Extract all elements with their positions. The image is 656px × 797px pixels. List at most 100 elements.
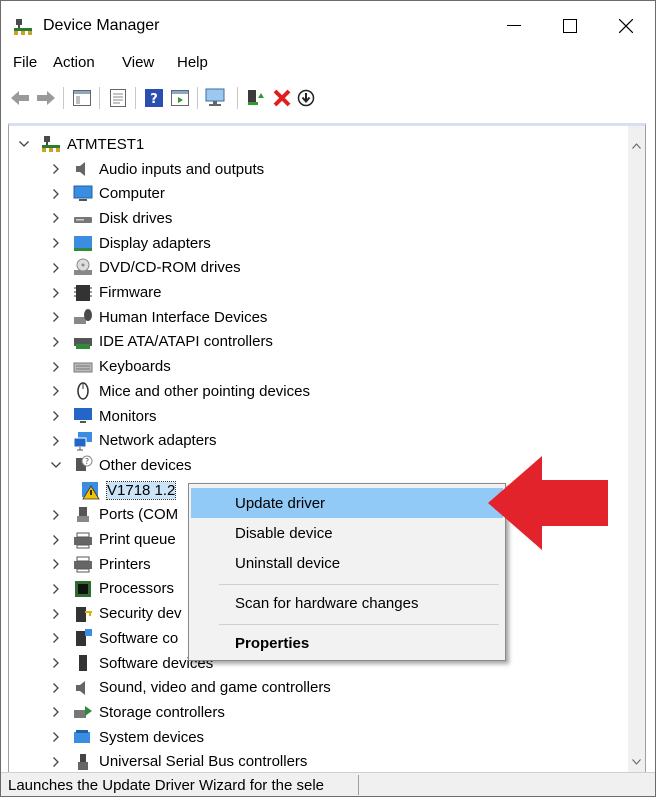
chevron-right-icon[interactable]	[49, 286, 63, 300]
tree-category-item[interactable]: ? Other devices	[49, 453, 192, 477]
close-button[interactable]	[603, 9, 649, 43]
uninstall-icon[interactable]	[271, 87, 293, 109]
tree-category-item[interactable]: Disk drives	[49, 206, 172, 230]
menu-action[interactable]: Action	[53, 54, 95, 71]
menu-file[interactable]: File	[13, 54, 37, 71]
tree-category-item[interactable]: Firmware	[49, 281, 162, 305]
forward-arrow-icon[interactable]	[35, 87, 57, 109]
menu-view[interactable]: View	[122, 54, 154, 71]
toolbar-divider	[197, 87, 198, 109]
tree-device-item[interactable]: V1718 1.2	[81, 478, 177, 502]
keyboard-icon	[73, 357, 93, 377]
tree-category-item[interactable]: Security dev	[49, 602, 182, 626]
chevron-right-icon[interactable]	[49, 705, 63, 719]
tree-root[interactable]: ATMTEST1	[17, 132, 144, 156]
context-scan-hardware[interactable]: Scan for hardware changes	[191, 588, 503, 618]
security-device-icon	[73, 604, 93, 624]
enable-device-icon[interactable]	[295, 87, 317, 109]
tree-category-item[interactable]: Network adapters	[49, 429, 217, 453]
tree-category-item[interactable]: Computer	[49, 182, 165, 206]
tree-category-item[interactable]: Audio inputs and outputs	[49, 157, 264, 181]
context-uninstall-device[interactable]: Uninstall device	[191, 548, 503, 578]
tree-item-label: Ports (COM	[99, 506, 179, 524]
chevron-right-icon[interactable]	[49, 557, 63, 571]
update-driver-icon[interactable]	[245, 87, 267, 109]
chevron-right-icon[interactable]	[49, 730, 63, 744]
tree-item-label: Print queue	[99, 531, 176, 548]
chevron-right-icon[interactable]	[49, 656, 63, 670]
tree-category-item[interactable]: Human Interface Devices	[49, 305, 267, 329]
title-bar[interactable]: Device Manager	[1, 1, 655, 51]
tree-item-label: System devices	[99, 728, 205, 746]
maximize-button[interactable]	[547, 9, 593, 43]
tree-item-label: Disk drives	[99, 209, 173, 227]
warning-device-icon	[81, 480, 101, 500]
scroll-down-icon[interactable]	[632, 752, 641, 769]
scan-hardware-icon[interactable]	[205, 87, 227, 109]
context-disable-device[interactable]: Disable device	[191, 518, 503, 548]
processor-icon	[73, 579, 93, 599]
tree-category-item[interactable]: Printers	[49, 552, 151, 576]
chevron-right-icon[interactable]	[49, 434, 63, 448]
tree-category-item[interactable]: Mice and other pointing devices	[49, 379, 310, 403]
tree-category-item[interactable]: Software co	[49, 626, 178, 650]
svg-text:?: ?	[85, 457, 89, 466]
tree-category-item[interactable]: Storage controllers	[49, 700, 225, 724]
tree-category-item[interactable]: Monitors	[49, 404, 157, 428]
action-pane-icon[interactable]	[169, 87, 191, 109]
chevron-right-icon[interactable]	[49, 360, 63, 374]
chevron-right-icon[interactable]	[49, 409, 63, 423]
menu-help[interactable]: Help	[177, 54, 208, 71]
tree-category-item[interactable]: DVD/CD-ROM drives	[49, 256, 241, 280]
toolbar-divider	[237, 87, 238, 109]
context-properties[interactable]: Properties	[191, 628, 503, 658]
device-tree[interactable]: ATMTEST1 Audio inputs and outputs Compute…	[8, 123, 646, 775]
chevron-right-icon[interactable]	[49, 162, 63, 176]
tree-category-item[interactable]: Print queue	[49, 528, 176, 552]
chevron-right-icon[interactable]	[49, 681, 63, 695]
mouse-icon	[73, 381, 93, 401]
chevron-right-icon[interactable]	[49, 582, 63, 596]
show-hide-console-tree-icon[interactable]	[71, 87, 93, 109]
tree-item-label: Network adapters	[99, 432, 217, 450]
tree-category-item[interactable]: Keyboards	[49, 355, 171, 379]
minimize-button[interactable]	[491, 9, 537, 43]
chevron-right-icon[interactable]	[49, 335, 63, 349]
vertical-scrollbar[interactable]	[628, 126, 645, 774]
chevron-right-icon[interactable]	[49, 211, 63, 225]
chevron-right-icon[interactable]	[49, 384, 63, 398]
chevron-right-icon[interactable]	[49, 236, 63, 250]
device-manager-window: Device Manager File Action View Help ? A…	[0, 0, 656, 797]
context-update-driver[interactable]: Update driver	[191, 488, 503, 518]
red-arrow-icon	[488, 456, 608, 550]
svg-text:?: ?	[150, 92, 158, 107]
chevron-right-icon[interactable]	[49, 533, 63, 547]
tree-item-label: Processors	[99, 580, 175, 598]
tree-category-item[interactable]: IDE ATA/ATAPI controllers	[49, 330, 273, 354]
back-arrow-icon[interactable]	[9, 87, 31, 109]
chevron-right-icon[interactable]	[49, 631, 63, 645]
tree-item-label: Mice and other pointing devices	[99, 382, 310, 400]
chevron-down-icon[interactable]	[17, 137, 31, 151]
tree-category-item[interactable]: Sound, video and game controllers	[49, 676, 331, 700]
chevron-right-icon[interactable]	[49, 607, 63, 621]
chevron-right-icon[interactable]	[49, 187, 63, 201]
tree-category-item[interactable]: Display adapters	[49, 231, 211, 255]
scroll-up-icon[interactable]	[632, 136, 641, 153]
chevron-right-icon[interactable]	[49, 261, 63, 275]
chevron-right-icon[interactable]	[49, 508, 63, 522]
help-icon[interactable]: ?	[143, 87, 165, 109]
computer-icon	[73, 184, 93, 204]
chevron-right-icon[interactable]	[49, 755, 63, 769]
tree-category-item[interactable]: Universal Serial Bus controllers	[49, 750, 307, 774]
tree-category-item[interactable]: Processors	[49, 577, 174, 601]
chevron-down-icon[interactable]	[49, 458, 63, 472]
chevron-right-icon[interactable]	[49, 310, 63, 324]
menu-bar: File Action View Help	[1, 51, 655, 77]
tree-item-label: Other devices	[99, 456, 192, 474]
tree-item-label: Human Interface Devices	[99, 308, 268, 326]
tree-category-item[interactable]: System devices	[49, 725, 204, 749]
tree-category-item[interactable]: Ports (COM	[49, 503, 178, 527]
tree-root-label: ATMTEST1	[67, 135, 145, 153]
properties-icon[interactable]	[107, 87, 129, 109]
